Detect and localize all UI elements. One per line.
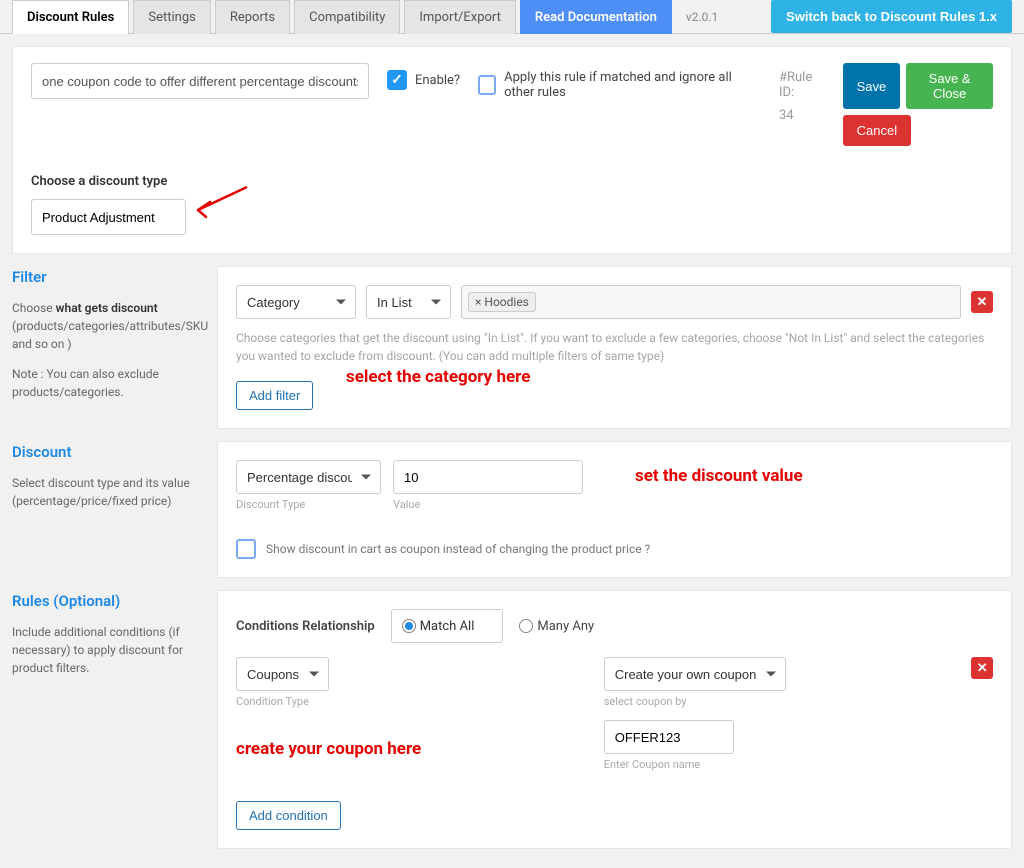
discount-value-input[interactable] bbox=[393, 460, 583, 494]
rule-header-card: Enable? Apply this rule if matched and i… bbox=[12, 46, 1012, 254]
condition-delete-button[interactable]: ✕ bbox=[971, 657, 993, 679]
filter-type-select[interactable]: Category bbox=[236, 285, 356, 319]
tab-reports[interactable]: Reports bbox=[215, 0, 290, 34]
switch-back-button[interactable]: Switch back to Discount Rules 1.x bbox=[771, 0, 1012, 33]
coupon-by-sublabel: select coupon by bbox=[604, 695, 960, 708]
cancel-button[interactable]: Cancel bbox=[843, 115, 911, 146]
annotation-discount: set the discount value bbox=[635, 466, 803, 486]
discount-section: Discount Select discount type and its va… bbox=[12, 441, 1012, 578]
add-filter-button[interactable]: Add filter bbox=[236, 381, 313, 410]
rule-id-label: #Rule ID: bbox=[779, 70, 825, 100]
enable-checkbox[interactable] bbox=[387, 70, 407, 90]
filter-title: Filter bbox=[12, 266, 205, 289]
ignore-rules-label: Apply this rule if matched and ignore al… bbox=[504, 70, 761, 100]
filter-tag-hoodies[interactable]: × Hoodies bbox=[468, 292, 536, 312]
version-label: v2.0.1 bbox=[686, 10, 718, 24]
filter-section: Filter Choose what gets discount (produc… bbox=[12, 266, 1012, 429]
filter-tag-input[interactable]: × Hoodies bbox=[461, 285, 961, 319]
tab-settings[interactable]: Settings bbox=[133, 0, 210, 34]
filter-condition-select[interactable]: In List bbox=[366, 285, 451, 319]
tab-bar: Discount Rules Settings Reports Compatib… bbox=[0, 0, 1024, 34]
discount-value-sublabel: Value bbox=[393, 498, 583, 511]
show-as-coupon-checkbox[interactable] bbox=[236, 539, 256, 559]
conditions-relationship-label: Conditions Relationship bbox=[236, 619, 375, 634]
condition-type-select[interactable]: Coupons bbox=[236, 657, 329, 691]
coupon-method-select[interactable]: Create your own coupon bbox=[604, 657, 786, 691]
annotation-filter: select the category here bbox=[346, 367, 530, 387]
tab-read-documentation[interactable]: Read Documentation bbox=[520, 0, 672, 34]
arrow-icon bbox=[194, 197, 254, 237]
show-as-coupon-label: Show discount in cart as coupon instead … bbox=[266, 542, 650, 556]
save-button[interactable]: Save bbox=[843, 63, 901, 109]
discount-type-select2[interactable]: Percentage discount bbox=[236, 460, 381, 494]
tab-discount-rules[interactable]: Discount Rules bbox=[12, 0, 129, 34]
radio-match-any[interactable]: Many Any bbox=[519, 619, 594, 634]
discount-type-label: Choose a discount type bbox=[31, 174, 993, 189]
rules-desc: Include additional conditions (if necess… bbox=[12, 623, 205, 677]
rule-id-value: 34 bbox=[779, 108, 825, 123]
ignore-rules-checkbox[interactable] bbox=[478, 75, 496, 95]
rules-section: Rules (Optional) Include additional cond… bbox=[12, 590, 1012, 849]
rule-name-input[interactable] bbox=[31, 63, 369, 99]
enable-label: Enable? bbox=[415, 73, 460, 88]
rules-title: Rules (Optional) bbox=[12, 590, 205, 613]
save-close-button[interactable]: Save & Close bbox=[906, 63, 993, 109]
filter-note: Note : You can also exclude products/cat… bbox=[12, 365, 205, 401]
discount-title: Discount bbox=[12, 441, 205, 464]
discount-type-select[interactable] bbox=[31, 199, 186, 235]
discount-type-sublabel: Discount Type bbox=[236, 498, 381, 511]
coupon-name-sublabel: Enter Coupon name bbox=[604, 758, 960, 771]
radio-match-all[interactable]: Match All bbox=[391, 609, 504, 643]
filter-delete-button[interactable]: ✕ bbox=[971, 291, 993, 313]
filter-helper: Choose categories that get the discount … bbox=[236, 329, 993, 365]
discount-desc: Select discount type and its value (perc… bbox=[12, 474, 205, 510]
tab-compatibility[interactable]: Compatibility bbox=[294, 0, 400, 34]
add-condition-button[interactable]: Add condition bbox=[236, 801, 341, 830]
annotation-rules: create your coupon here bbox=[236, 739, 421, 759]
condition-type-sublabel: Condition Type bbox=[236, 695, 592, 708]
tab-import-export[interactable]: Import/Export bbox=[404, 0, 516, 34]
